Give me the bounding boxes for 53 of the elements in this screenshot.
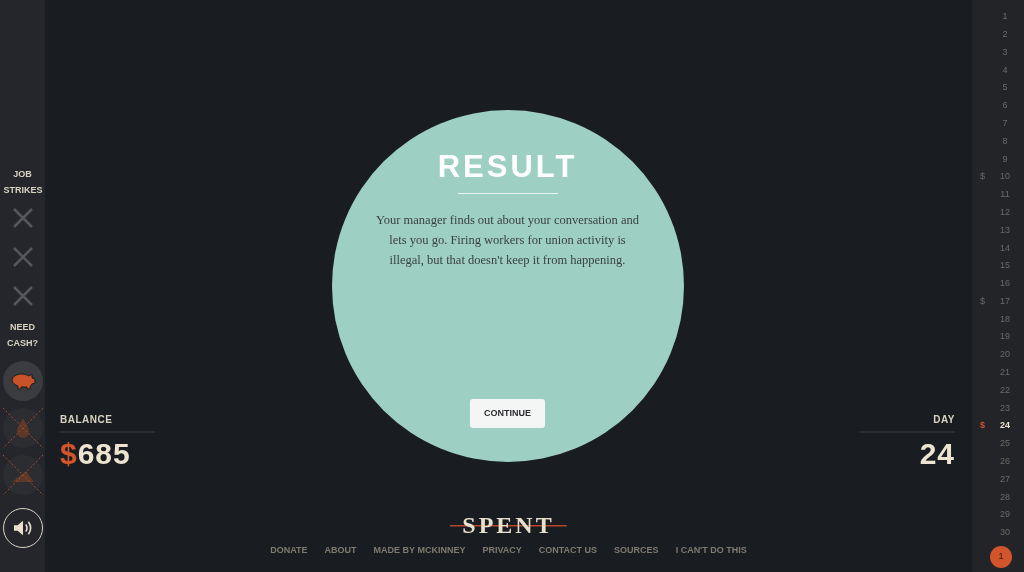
speaker-icon [11,519,34,537]
calendar-day[interactable]: 11 [980,185,1016,204]
calendar-day[interactable]: 3 [980,43,1016,62]
footer-link[interactable]: ABOUT [324,544,357,558]
cross-out-icon [2,455,43,495]
calendar-day[interactable]: 20 [980,346,1016,364]
balance-label: BALANCE [60,412,155,433]
calendar-day[interactable]: 13 [980,221,1016,240]
calendar-day[interactable]: 23 [980,399,1016,418]
calendar-day[interactable]: 4 [980,61,1016,80]
cross-out-icon [2,408,43,448]
calendar-day[interactable]: 18 [980,310,1016,329]
footer-link[interactable]: DONATE [270,544,308,558]
cash-option-button[interactable] [2,455,43,495]
calendar-day[interactable]: 14 [980,239,1016,258]
calendar-day[interactable]: 15 [980,257,1016,275]
calendar-day[interactable]: 2 [980,25,1016,44]
cash-label: NEED CASH? [6,321,39,350]
day-number: 24 [918,436,955,472]
balance-amount: $685 [60,436,132,472]
footer-link[interactable]: PRIVACY [482,544,522,558]
calendar-day[interactable]: 8 [980,132,1016,151]
continue-button[interactable]: CONTINUE [470,398,545,428]
next-month-day[interactable]: 1 [990,545,1012,568]
footer-link[interactable]: I CAN'T DO THIS [675,544,747,558]
result-title: RESULT [437,148,578,186]
calendar-day[interactable]: 22 [980,381,1016,400]
cash-option-button[interactable] [2,361,43,401]
calendar-day[interactable]: 26 [980,452,1016,471]
calendar-day[interactable]: 25 [980,435,1016,453]
calendar-day[interactable]: 30 [980,524,1016,542]
footer-link[interactable]: SOURCES [614,544,659,558]
calendar-day[interactable]: 29 [980,506,1016,525]
result-text: Your manager finds out about your conversation and lets you go. Firing workers for union activity is illegal, but that doesn't keep it from happening. [375,212,640,269]
footer-link[interactable]: MADE BY MCKINNEY [373,544,466,558]
calendar-day[interactable]: 7 [980,114,1016,133]
calendar-day[interactable]: $ 17 [980,292,1016,311]
calendar-day[interactable]: 1 [980,8,1016,26]
footer-link[interactable]: CONTACT US [538,544,598,558]
calendar-day[interactable]: 9 [980,150,1016,169]
cash-option-button[interactable] [2,408,43,448]
calendar-day[interactable]: 27 [980,470,1016,489]
calendar-day[interactable]: 5 [980,79,1016,97]
day-label: DAY [860,412,955,433]
calendar-day[interactable]: 21 [980,363,1016,382]
calendar-day[interactable]: 6 [980,97,1016,115]
strikes-label: JOB STRIKES [3,168,42,197]
calendar-day[interactable]: $ 10 [980,168,1016,186]
calendar-day[interactable]: 19 [980,328,1016,347]
calendar-day[interactable]: $ 24 [980,417,1016,436]
calendar-day[interactable]: 12 [980,203,1016,222]
calendar-day[interactable]: 16 [980,274,1016,293]
calendar-day[interactable]: 28 [980,488,1016,507]
